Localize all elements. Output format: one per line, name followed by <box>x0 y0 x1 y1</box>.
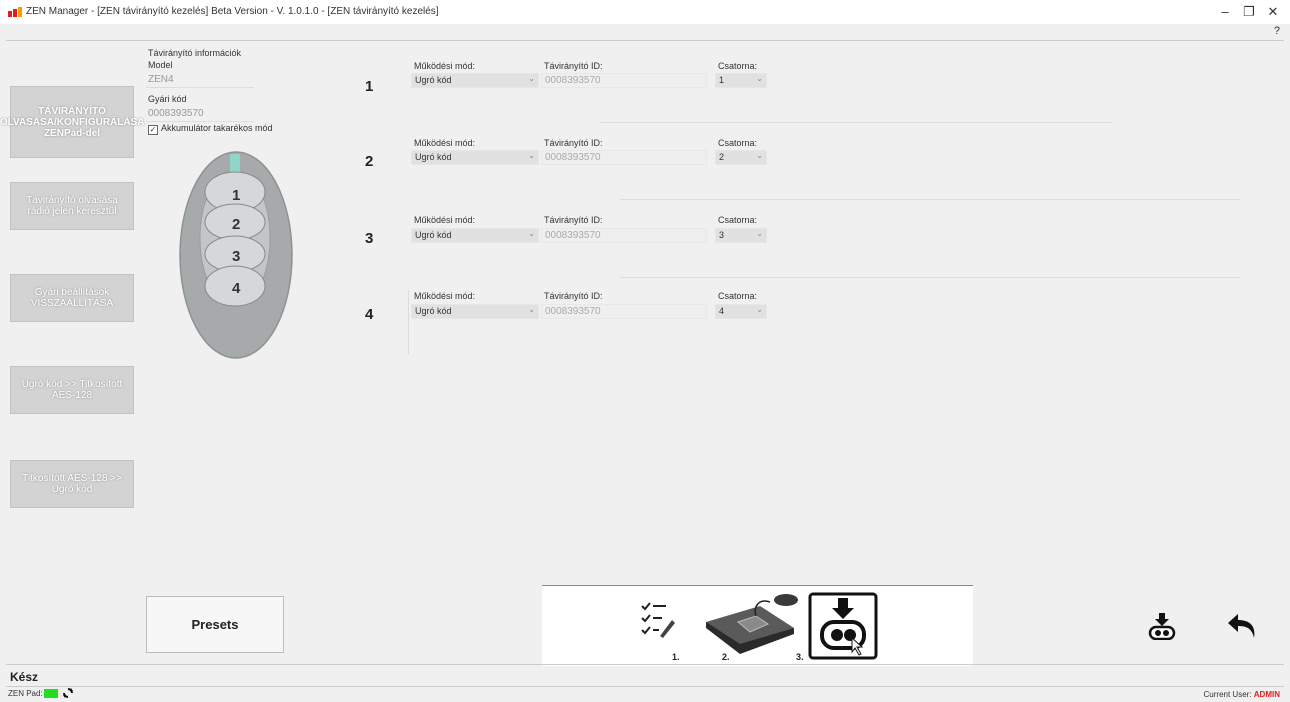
channel-2-channel-value: 2 <box>719 152 725 162</box>
info-section-title: Távirányító információk <box>148 48 242 58</box>
sidebar-item-factory-reset[interactable]: Gyári beállítások VISSZAÁLLÍTÁSA <box>10 274 134 322</box>
zenpad-status-indicator <box>44 689 58 698</box>
channel-4-id-field[interactable]: 0008393570 <box>541 304 707 319</box>
bottom-divider <box>6 664 1284 665</box>
channel-2-mode-value: Ugró kód <box>415 152 452 162</box>
remote-button-4-label: 4 <box>232 280 241 297</box>
minimize-button[interactable]: – <box>1212 3 1238 21</box>
channel-1-mode-label: Működési mód: <box>414 61 476 71</box>
checklist-icon <box>641 602 675 638</box>
chevron-down-icon: ⌄ <box>528 305 535 314</box>
factory-code-label: Gyári kód <box>148 94 187 104</box>
chevron-down-icon: ⌄ <box>528 229 535 238</box>
channel-3-number: 3 <box>365 230 374 247</box>
channel-3-channel-select[interactable]: 3 ⌄ <box>715 228 767 243</box>
sidebar-item-aes-to-rolling[interactable]: Titkosított AES-128 >> Ugró kód <box>10 460 134 508</box>
step-1-label: 1. <box>672 652 680 662</box>
model-field: ZEN4 <box>146 72 254 88</box>
battery-saver-checkbox[interactable]: ✓ Akkumulátor takarékos mód <box>148 123 273 135</box>
presets-button[interactable]: Presets <box>146 596 284 653</box>
channel-3-channel-value: 3 <box>719 230 725 240</box>
window-title: ZEN Manager - [ZEN távirányító kezelés] … <box>26 6 439 17</box>
read-remote-icon <box>808 592 878 660</box>
step-3-label: 3. <box>796 652 804 662</box>
chevron-down-icon: ⌄ <box>756 151 763 160</box>
chevron-down-icon: ⌄ <box>528 74 535 83</box>
channel-4-mode-select[interactable]: Ugró kód ⌄ <box>411 304 539 319</box>
battery-saver-label: Akkumulátor takarékos mód <box>161 123 273 133</box>
row-divider <box>408 290 409 354</box>
channel-1-channel-value: 1 <box>719 75 725 85</box>
app-logo-icon <box>8 7 22 17</box>
remote-button-1-label: 1 <box>232 187 240 204</box>
remote-control-image: 1 2 3 4 <box>179 151 293 359</box>
channel-3-mode-select[interactable]: Ugró kód ⌄ <box>411 228 539 243</box>
checkbox-check-icon: ✓ <box>148 125 158 135</box>
channel-2-id-label: Távirányító ID: <box>544 138 603 148</box>
close-button[interactable]: ✕ <box>1260 3 1286 21</box>
channel-4-channel-select[interactable]: 4 ⌄ <box>715 304 767 319</box>
refresh-icon[interactable] <box>62 687 74 699</box>
zenpad-device-icon <box>706 594 798 654</box>
back-arrow-icon[interactable] <box>1226 612 1258 640</box>
channel-2-id-field[interactable]: 0008393570 <box>541 150 707 165</box>
status-divider <box>6 686 1284 687</box>
channel-3-id-label: Távirányító ID: <box>544 215 603 225</box>
row-divider <box>620 199 1240 200</box>
read-remote-action-icon[interactable] <box>1148 612 1176 640</box>
instruction-steps-panel: 1. 2. 3. <box>542 585 973 666</box>
zenpad-label: ZEN Pad: <box>8 689 43 698</box>
status-text: Kész <box>10 670 39 684</box>
step-2-label: 2. <box>722 652 730 662</box>
channel-4-mode-value: Ugró kód <box>415 306 452 316</box>
model-label: Model <box>148 60 173 70</box>
help-button[interactable]: ? <box>1274 25 1280 37</box>
channel-4-id-label: Távirányító ID: <box>544 291 603 301</box>
channel-3-channel-label: Csatorna: <box>718 215 758 225</box>
restore-button[interactable]: ❐ <box>1236 3 1262 21</box>
sidebar-item-read-config-zenpad[interactable]: TÁVIRÁNYÍTÓ OLVASÁSA/KONFIGURÁLÁSA ZENPa… <box>0 86 145 158</box>
remote-button-3-label: 3 <box>232 248 240 265</box>
chevron-down-icon: ⌄ <box>528 151 535 160</box>
current-user-value: ADMIN <box>1253 690 1280 699</box>
row-divider <box>600 122 1112 123</box>
top-divider <box>6 40 1284 41</box>
remote-button-2-label: 2 <box>232 216 240 233</box>
channel-4-channel-label: Csatorna: <box>718 291 758 301</box>
current-user: Current User: ADMIN <box>1204 690 1280 699</box>
sidebar-item-read-radio[interactable]: Távirányító olvasása rádió jelen kereszt… <box>10 182 134 230</box>
channel-3-mode-value: Ugró kód <box>415 230 452 240</box>
channel-1-channel-select[interactable]: 1 ⌄ <box>715 73 767 88</box>
title-bar: ZEN Manager - [ZEN távirányító kezelés] … <box>0 0 1290 24</box>
current-user-label: Current User: <box>1203 690 1252 699</box>
channel-4-number: 4 <box>365 306 374 323</box>
channel-2-mode-select[interactable]: Ugró kód ⌄ <box>411 150 539 165</box>
chevron-down-icon: ⌄ <box>756 74 763 83</box>
channel-2-number: 2 <box>365 153 374 170</box>
channel-1-channel-label: Csatorna: <box>718 61 758 71</box>
channel-4-channel-value: 4 <box>719 306 725 316</box>
channel-2-mode-label: Működési mód: <box>414 138 476 148</box>
channel-1-mode-select[interactable]: Ugró kód ⌄ <box>411 73 539 88</box>
channel-1-id-label: Távirányító ID: <box>544 61 603 71</box>
chevron-down-icon: ⌄ <box>756 229 763 238</box>
sidebar-item-rolling-to-aes[interactable]: Ugró kód >> Titkosított AES-128 <box>10 366 134 414</box>
channel-1-number: 1 <box>365 78 374 95</box>
factory-code-field: 0008393570 <box>146 106 254 122</box>
channel-1-id-field[interactable]: 0008393570 <box>541 73 707 88</box>
channel-3-id-field[interactable]: 0008393570 <box>541 228 707 243</box>
row-divider <box>620 277 1240 278</box>
channel-1-mode-value: Ugró kód <box>415 75 452 85</box>
channel-2-channel-label: Csatorna: <box>718 138 758 148</box>
channel-2-channel-select[interactable]: 2 ⌄ <box>715 150 767 165</box>
chevron-down-icon: ⌄ <box>756 305 763 314</box>
channel-3-mode-label: Működési mód: <box>414 215 476 225</box>
channel-4-mode-label: Működési mód: <box>414 291 476 301</box>
